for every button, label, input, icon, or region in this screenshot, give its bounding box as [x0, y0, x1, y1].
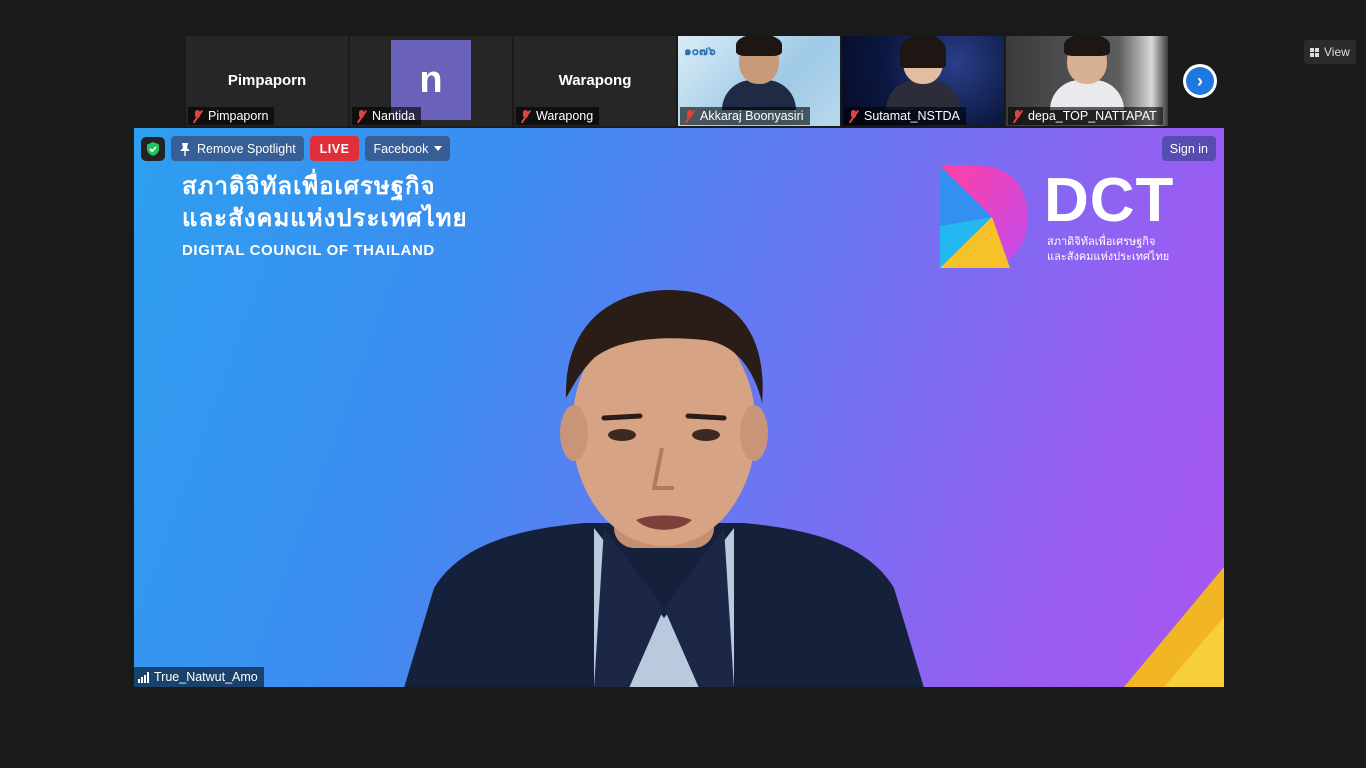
- grid-view-icon: [1310, 47, 1319, 57]
- participant-name-tag: Sutamat_NSTDA: [844, 107, 966, 125]
- mic-muted-icon: [1012, 109, 1023, 123]
- speaker-name-tag: True_Natwut_Amo: [134, 667, 264, 687]
- facebook-label: Facebook: [373, 141, 429, 156]
- participant-person-image: [886, 36, 960, 110]
- security-shield-icon[interactable]: [141, 136, 165, 161]
- mic-muted-icon: [848, 109, 859, 123]
- brand-name: DCT: [1044, 166, 1175, 235]
- signal-strength-icon: [138, 671, 149, 683]
- chevron-down-icon: [434, 146, 443, 151]
- pin-icon: [180, 142, 190, 156]
- mic-muted-icon: [192, 109, 203, 123]
- participant-label: Sutamat_NSTDA: [864, 109, 960, 123]
- brand-subtitle-line-2: และสังคมแห่งประเทศไทย: [1047, 250, 1170, 263]
- dct-logo-icon: [940, 166, 1028, 268]
- participant-strip: Pimpaporn Pimpaporn n Nantida Warapong W…: [186, 36, 1168, 126]
- organization-title: สภาดิจิทัลเพื่อเศรษฐกิจ และสังคมแห่งประเ…: [182, 170, 468, 259]
- participant-label: Warapong: [536, 109, 594, 123]
- participant-tile-nantida[interactable]: n Nantida: [350, 36, 512, 126]
- participant-name-tag: Akkaraj Boonyasiri: [680, 107, 810, 125]
- live-badge[interactable]: LIVE: [309, 136, 360, 161]
- speaker-person-image: [404, 290, 924, 687]
- participant-tile-pimpaporn[interactable]: Pimpaporn Pimpaporn: [186, 36, 348, 126]
- mic-muted-icon: [356, 109, 367, 123]
- participant-tile-sutamat[interactable]: Sutamat_NSTDA: [842, 36, 1004, 126]
- view-button[interactable]: View: [1304, 40, 1356, 64]
- mic-muted-icon: [520, 109, 531, 123]
- participant-label: Pimpaporn: [208, 109, 269, 123]
- speaker-name: True_Natwut_Amo: [154, 670, 258, 684]
- participant-name-tag: Warapong: [516, 107, 600, 125]
- remove-spotlight-label: Remove Spotlight: [197, 141, 296, 156]
- event-logo: ๑๐๗๖: [684, 44, 716, 58]
- main-speaker-video: สภาดิจิทัลเพื่อเศรษฐกิจ และสังคมแห่งประเ…: [134, 128, 1224, 687]
- participant-name-tag: Pimpaporn: [188, 107, 275, 125]
- remove-spotlight-button[interactable]: Remove Spotlight: [171, 136, 304, 161]
- view-label: View: [1324, 45, 1350, 59]
- mic-muted-icon: [684, 109, 695, 123]
- participant-name-tag: Nantida: [352, 107, 422, 125]
- org-english-name: DIGITAL COUNCIL OF THAILAND: [182, 242, 435, 259]
- participant-person-image: [1050, 36, 1124, 110]
- participant-tile-akkaraj[interactable]: ๑๐๗๖ Akkaraj Boonyasiri: [678, 36, 840, 126]
- chevron-right-icon: ›: [1186, 67, 1214, 95]
- meeting-window: Pimpaporn Pimpaporn n Nantida Warapong W…: [0, 0, 1366, 768]
- next-page-button[interactable]: ›: [1183, 64, 1217, 98]
- decorative-corner: [1164, 617, 1224, 687]
- participant-tile-nattapat[interactable]: depa_TOP_NATTAPAT: [1006, 36, 1168, 126]
- org-thai-line-2: และสังคมแห่งประเทศไทย: [182, 204, 468, 232]
- participant-person-image: [722, 36, 796, 110]
- participant-name-tag: depa_TOP_NATTAPAT: [1008, 107, 1163, 125]
- participant-tile-warapong[interactable]: Warapong Warapong: [514, 36, 676, 126]
- sign-in-button[interactable]: Sign in: [1161, 136, 1216, 161]
- participant-label: depa_TOP_NATTAPAT: [1028, 109, 1157, 123]
- video-top-controls: Remove Spotlight LIVE Facebook: [141, 136, 451, 161]
- facebook-stream-button[interactable]: Facebook: [365, 136, 451, 161]
- participant-label: Nantida: [372, 109, 416, 123]
- org-thai-line-1: สภาดิจิทัลเพื่อเศรษฐกิจ: [182, 172, 436, 200]
- participant-label: Akkaraj Boonyasiri: [700, 109, 804, 123]
